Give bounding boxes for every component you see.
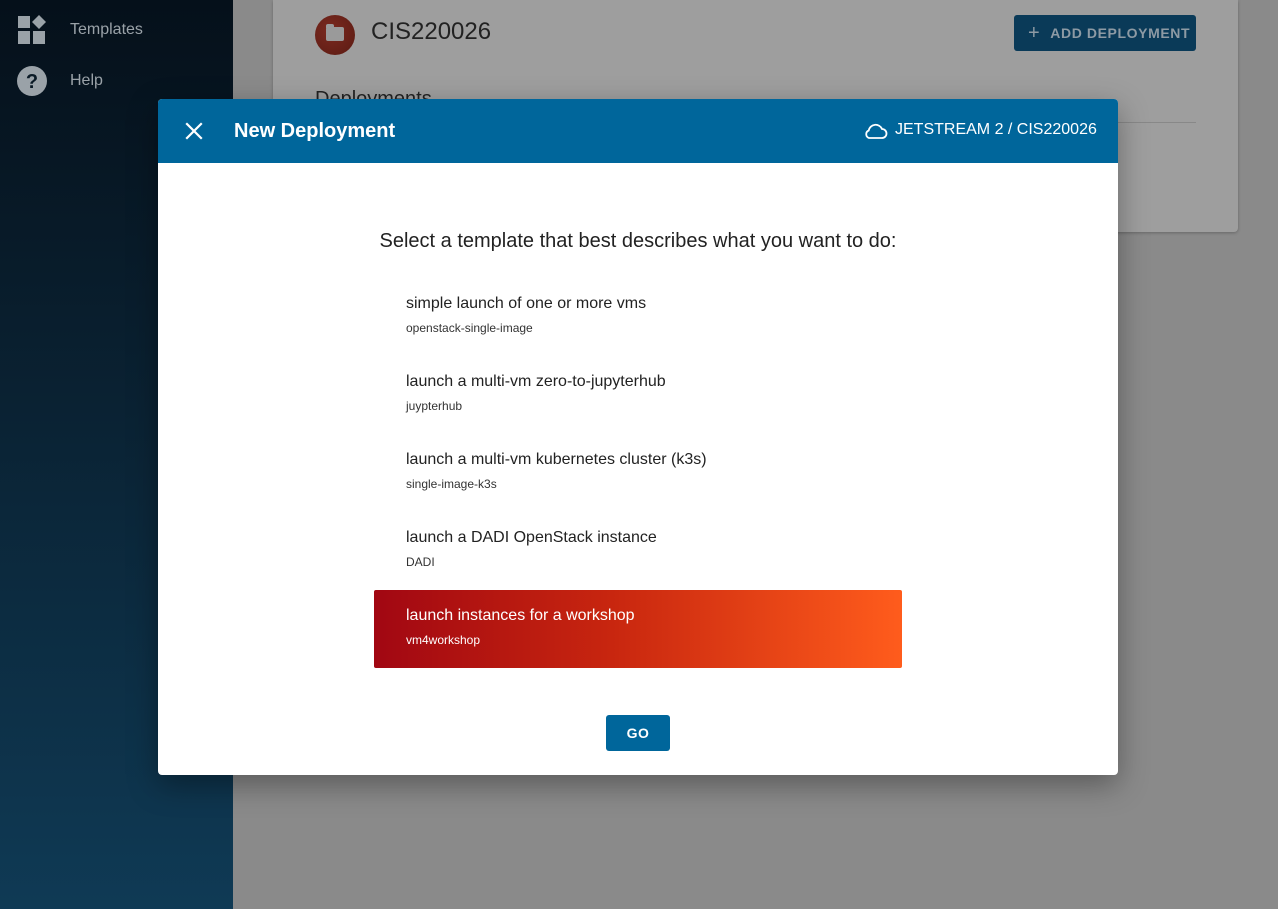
- help-icon: ?: [17, 66, 47, 96]
- template-option[interactable]: launch a multi-vm zero-to-jupyterhub juy…: [374, 356, 902, 434]
- folder-icon: [326, 24, 344, 41]
- close-icon[interactable]: [182, 119, 206, 143]
- template-subtitle: vm4workshop: [406, 633, 481, 647]
- dialog-title: New Deployment: [234, 120, 396, 142]
- project-folder-avatar: [315, 15, 355, 55]
- template-option[interactable]: launch a multi-vm kubernetes cluster (k3…: [374, 434, 902, 512]
- template-subtitle: juypterhub: [406, 399, 463, 413]
- project-title: CIS220026: [371, 18, 492, 45]
- template-list: simple launch of one or more vms opensta…: [374, 278, 902, 668]
- template-title: launch a DADI OpenStack instance: [406, 529, 657, 546]
- add-deployment-button[interactable]: + ADD DEPLOYMENT: [1014, 15, 1196, 51]
- template-prompt: Select a template that best describes wh…: [379, 230, 897, 252]
- template-title: launch instances for a workshop: [406, 607, 635, 624]
- sidebar-item-templates[interactable]: Templates: [0, 8, 233, 52]
- templates-icon: [18, 15, 46, 44]
- template-subtitle: DADI: [406, 555, 435, 569]
- template-option[interactable]: launch a DADI OpenStack instance DADI: [374, 512, 902, 590]
- cloud-icon: [865, 123, 888, 139]
- template-title: launch a multi-vm kubernetes cluster (k3…: [406, 451, 707, 468]
- plus-icon: +: [1028, 21, 1041, 44]
- go-button[interactable]: GO: [606, 715, 670, 751]
- template-title: launch a multi-vm zero-to-jupyterhub: [406, 373, 666, 390]
- sidebar-item-help[interactable]: ? Help: [0, 59, 233, 103]
- sidebar-item-label: Templates: [70, 21, 143, 38]
- template-option[interactable]: simple launch of one or more vms opensta…: [374, 278, 902, 356]
- template-title: simple launch of one or more vms: [406, 295, 647, 312]
- new-deployment-dialog: New Deployment JETSTREAM 2 / CIS220026 S…: [158, 99, 1118, 775]
- svg-text:?: ?: [26, 71, 38, 93]
- template-subtitle: openstack-single-image: [406, 321, 533, 335]
- template-option-selected[interactable]: launch instances for a workshop vm4works…: [374, 590, 902, 668]
- template-subtitle: single-image-k3s: [406, 477, 497, 491]
- add-deployment-label: ADD DEPLOYMENT: [1050, 25, 1191, 41]
- cloud-project-label: JETSTREAM 2 / CIS220026: [895, 121, 1097, 138]
- sidebar-item-label: Help: [70, 72, 103, 89]
- dialog-header: New Deployment JETSTREAM 2 / CIS220026: [158, 99, 1118, 163]
